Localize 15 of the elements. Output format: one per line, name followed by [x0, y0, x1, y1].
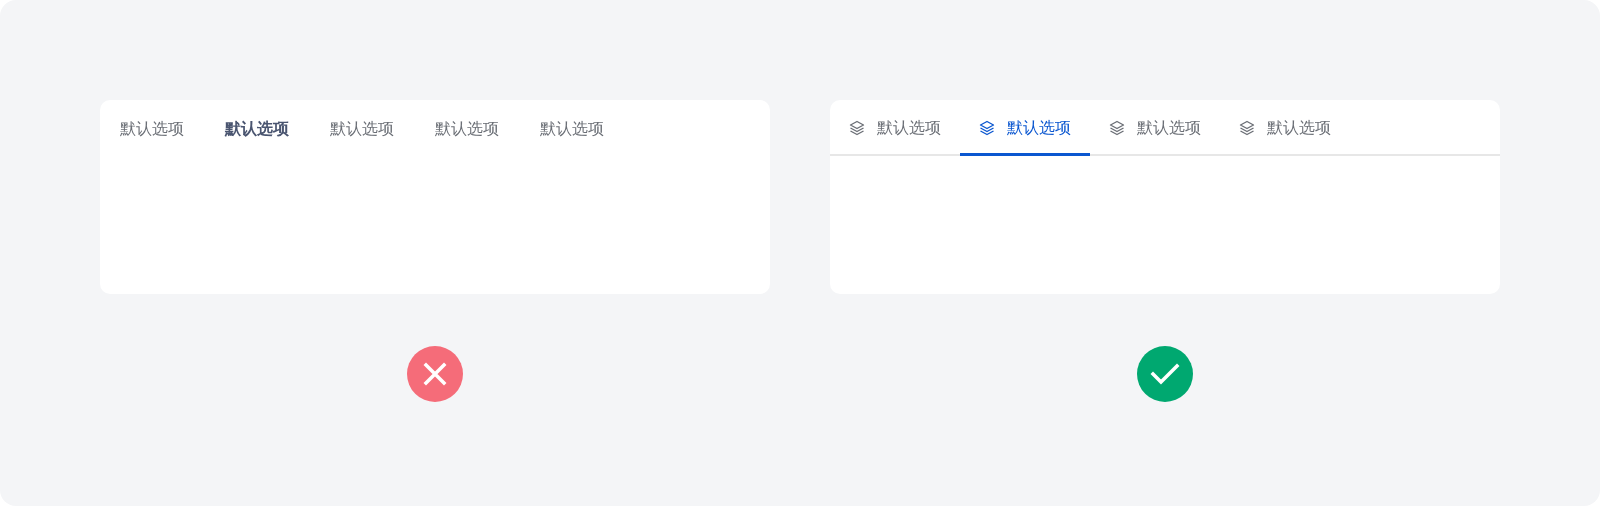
cross-icon — [407, 346, 463, 402]
tab[interactable]: 默认选项 — [435, 118, 499, 140]
tab[interactable]: 默认选项 — [830, 100, 960, 156]
tab[interactable]: 默认选项 — [960, 100, 1090, 156]
layers-icon — [979, 120, 995, 136]
tab[interactable]: 默认选项 — [1220, 100, 1350, 156]
check-icon — [1137, 346, 1193, 402]
layers-icon — [1239, 120, 1255, 136]
tab[interactable]: 默认选项 — [120, 118, 184, 140]
layers-icon — [1109, 120, 1125, 136]
tab[interactable]: 默认选项 — [1090, 100, 1220, 156]
tab[interactable]: 默认选项 — [330, 118, 394, 140]
tab[interactable]: 默认选项 — [225, 118, 289, 140]
layers-icon — [849, 120, 865, 136]
tab[interactable]: 默认选项 — [540, 118, 604, 140]
